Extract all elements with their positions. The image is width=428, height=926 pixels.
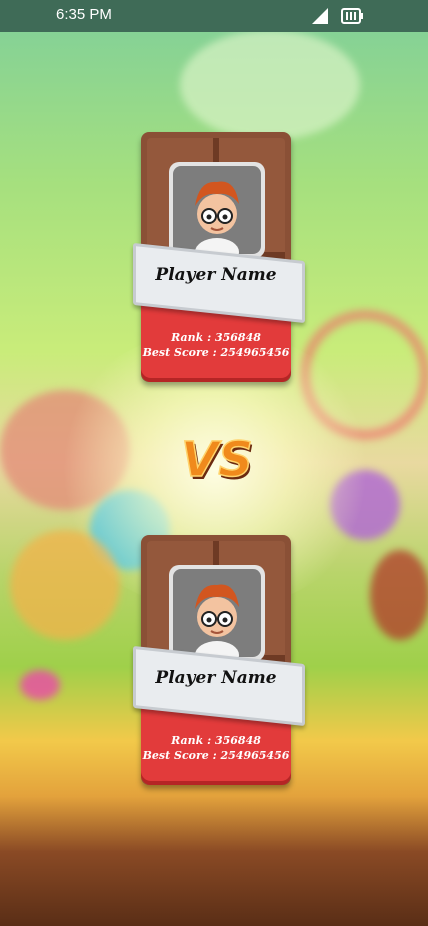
vs-text: VS (181, 432, 253, 488)
status-time: 6:35 PM (56, 6, 112, 23)
background-candy (20, 670, 60, 700)
player-best-score: Best Score : 254965456 (142, 749, 290, 762)
player-rank: Rank : 356848 (171, 331, 261, 344)
player-avatar-icon (195, 584, 239, 657)
battery-icon (341, 7, 363, 29)
status-bar: 6:35 PM (0, 0, 428, 32)
player-rank: Rank : 356848 (171, 734, 261, 747)
player-stats: Rank : 356848 Best Score : 254965456 (141, 733, 291, 763)
signal-icon (312, 8, 328, 28)
player-name: Player Name (155, 265, 277, 285)
background-candy (370, 550, 428, 640)
player-avatar-icon (195, 181, 239, 254)
player-best-score: Best Score : 254965456 (142, 346, 290, 359)
game-screen: 6:35 PM Player Name Rank: 356848 Best S… (0, 0, 428, 926)
player-card-1[interactable]: Player Name Rank : 356848 Best Score : 2… (133, 132, 305, 386)
background-cloud (180, 30, 360, 140)
player-stats: Rank : 356848 Best Score : 254965456 (141, 330, 291, 360)
avatar (169, 162, 265, 258)
player-name: Player Name (155, 668, 277, 688)
avatar (169, 565, 265, 661)
player-card-2[interactable]: Player Name Rank : 356848 Best Score : 2… (133, 535, 305, 789)
vs-emblem: VS VS (172, 428, 262, 491)
